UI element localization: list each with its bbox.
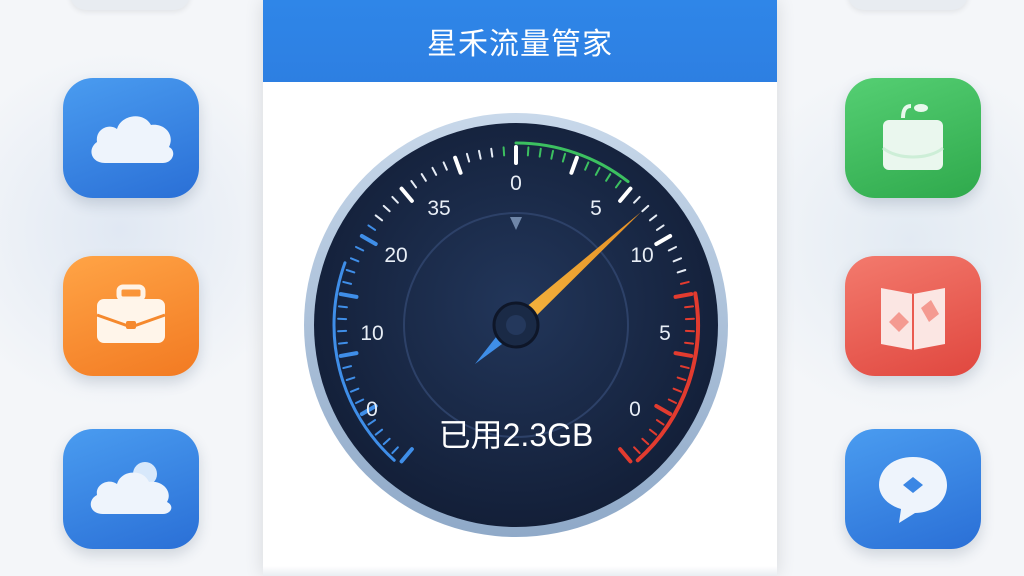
- top-left-partial-icon[interactable]: [70, 0, 190, 10]
- chat-app-icon[interactable]: [845, 429, 981, 549]
- usage-readout: 已用2.3GB: [439, 417, 594, 453]
- gauge-major-tick: [673, 351, 694, 358]
- gauge-major-tick: [338, 351, 359, 358]
- gauge-minor-tick: [684, 305, 695, 309]
- cloud-icon: [91, 116, 174, 163]
- briefcase-app-icon[interactable]: [63, 256, 199, 376]
- gauge-hub-cap: [506, 315, 526, 335]
- chat-bubble-icon: [879, 457, 947, 523]
- scale-label-right-5: 5: [590, 197, 602, 220]
- speed-gauge: 35 20 10 0 0 5 10 5 0 已用2.3GB: [304, 113, 728, 537]
- gauge-minor-tick: [502, 146, 506, 157]
- scale-label-top-0: 0: [510, 172, 522, 195]
- briefcase-icon: [96, 284, 166, 343]
- scale-label-right-5-lower: 5: [659, 322, 671, 345]
- gauge-minor-tick: [490, 147, 494, 158]
- cloud-app-icon[interactable]: [63, 78, 199, 198]
- shopping-bag-icon: [882, 104, 944, 170]
- scale-label-left-35: 35: [427, 197, 450, 220]
- phone-screen: 星禾流量管家 35 20 10 0 0 5 10 5 0 已用2.3GB: [263, 0, 777, 576]
- scale-label-left-20: 20: [384, 244, 407, 267]
- gauge-minor-tick: [684, 341, 695, 345]
- gauge-minor-tick: [526, 146, 530, 157]
- shopping-app-icon[interactable]: [845, 78, 981, 198]
- weather-app-icon[interactable]: [63, 429, 199, 549]
- gauge-minor-tick: [337, 341, 348, 345]
- scale-label-left-10: 10: [360, 322, 383, 345]
- weather-cloud-icon: [90, 462, 172, 514]
- scale-label-left-0: 0: [366, 398, 378, 421]
- scale-label-right-0: 0: [629, 398, 641, 421]
- gauge-major-tick: [673, 292, 694, 299]
- gauge-minor-tick: [337, 305, 348, 309]
- gauge-major-tick: [338, 292, 359, 299]
- scale-label-right-10: 10: [630, 244, 653, 267]
- top-right-partial-icon[interactable]: [848, 0, 968, 10]
- phone-bottom-edge: [263, 566, 777, 576]
- gauge-minor-tick: [538, 147, 542, 158]
- map-app-icon[interactable]: [845, 256, 981, 376]
- map-book-icon: [881, 288, 945, 350]
